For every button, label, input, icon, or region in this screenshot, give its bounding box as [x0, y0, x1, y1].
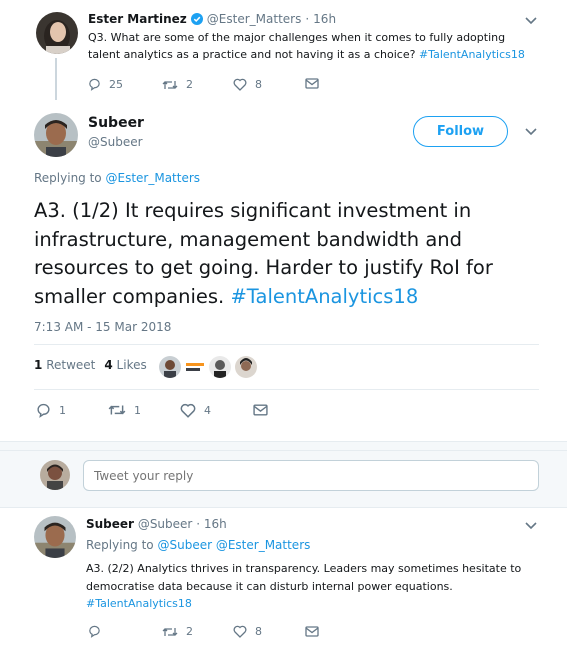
author-handle[interactable]: @Subeer	[88, 135, 143, 149]
tweet-text: Q3. What are some of the major challenge…	[88, 29, 528, 63]
author-handle[interactable]: @Ester_Matters	[207, 12, 302, 26]
like-action[interactable]: 8	[233, 78, 262, 91]
chevron-down-icon[interactable]	[524, 127, 538, 137]
liker-avatar[interactable]	[235, 356, 257, 378]
like-stats-label: Likes	[116, 358, 147, 372]
retweet-action[interactable]: 1	[108, 403, 141, 417]
replying-to-handles[interactable]: @Subeer @Ester_Matters	[157, 538, 310, 552]
liker-avatar[interactable]	[159, 356, 181, 378]
tweet-time[interactable]: 16h	[204, 517, 227, 531]
hashtag-link[interactable]: #TalentAnalytics18	[419, 48, 525, 61]
hashtag-link[interactable]: #TalentAnalytics18	[86, 597, 192, 610]
divider	[34, 389, 539, 390]
current-user-avatar[interactable]	[40, 460, 70, 490]
author-name[interactable]: Subeer	[88, 115, 144, 131]
retweet-count: 1	[134, 403, 141, 417]
divider	[0, 507, 567, 508]
tweet-text: A3. (1/2) It requires significant invest…	[34, 197, 539, 311]
retweet-icon	[108, 405, 126, 415]
separator-dot: ·	[196, 517, 201, 531]
like-icon	[180, 403, 196, 418]
like-count: 8	[255, 625, 262, 638]
message-action[interactable]	[305, 78, 319, 89]
like-action[interactable]: 4	[180, 403, 211, 418]
like-icon	[233, 78, 247, 91]
retweet-icon	[162, 627, 178, 636]
like-count: 4	[204, 404, 211, 417]
thread-line	[55, 58, 57, 100]
avatar-subeer[interactable]	[34, 516, 76, 558]
reply-input[interactable]	[83, 460, 539, 491]
like-total: 4	[104, 358, 113, 372]
liker-avatar[interactable]	[209, 356, 231, 378]
retweet-total: 1	[34, 358, 43, 372]
divider	[34, 344, 539, 345]
section-divider	[0, 441, 567, 451]
like-stats[interactable]: 4 Likes	[104, 358, 146, 372]
retweet-stats-label: Retweet	[46, 358, 96, 372]
retweet-action[interactable]: 2	[162, 78, 193, 91]
reply-action[interactable]: 1	[36, 403, 66, 418]
like-action[interactable]: 8	[233, 625, 262, 638]
author-handle[interactable]: @Subeer	[138, 517, 193, 531]
chevron-down-icon[interactable]	[524, 521, 538, 531]
replying-to-label: Replying to	[86, 538, 154, 552]
chevron-down-icon[interactable]	[524, 16, 538, 26]
reply-icon	[37, 403, 50, 418]
retweet-icon	[162, 80, 178, 89]
message-icon	[305, 626, 319, 637]
liker-avatar[interactable]	[183, 356, 207, 378]
reply-icon	[89, 78, 100, 91]
avatar-ester[interactable]	[36, 12, 78, 54]
replying-to-handle[interactable]: @Ester_Matters	[105, 171, 200, 185]
reply-count: 25	[109, 78, 123, 91]
tweet-text: A3. (2/2) Analytics thrives in transpare…	[86, 560, 531, 613]
message-action[interactable]	[253, 404, 268, 416]
verified-icon	[190, 13, 203, 25]
message-icon	[253, 404, 268, 416]
like-count: 8	[255, 78, 262, 91]
tweet-timestamp[interactable]: 7:13 AM - 15 Mar 2018	[34, 320, 171, 334]
retweet-count: 2	[186, 625, 193, 638]
reply-count: 1	[59, 404, 66, 417]
tweet-text-body: A3. (2/2) Analytics thrives in transpare…	[86, 562, 522, 593]
tweet-time[interactable]: 16h	[313, 12, 336, 26]
separator-dot: ·	[305, 12, 310, 26]
retweet-stats[interactable]: 1 Retweet	[34, 358, 95, 372]
author-name[interactable]: Subeer	[86, 517, 134, 531]
message-icon	[305, 78, 319, 89]
author-name[interactable]: Ester Martinez	[88, 12, 187, 26]
replying-to-label: Replying to	[34, 171, 102, 185]
retweet-action[interactable]: 2	[162, 625, 193, 638]
follow-button[interactable]: Follow	[413, 116, 508, 147]
reply-action[interactable]	[88, 625, 101, 638]
hashtag-link[interactable]: #TalentAnalytics18	[230, 285, 418, 308]
avatar-subeer[interactable]	[34, 113, 78, 157]
retweet-count: 2	[186, 78, 193, 91]
like-icon	[233, 625, 247, 638]
message-action[interactable]	[305, 626, 319, 637]
reply-icon	[89, 625, 100, 638]
reply-action[interactable]: 25	[88, 78, 123, 91]
